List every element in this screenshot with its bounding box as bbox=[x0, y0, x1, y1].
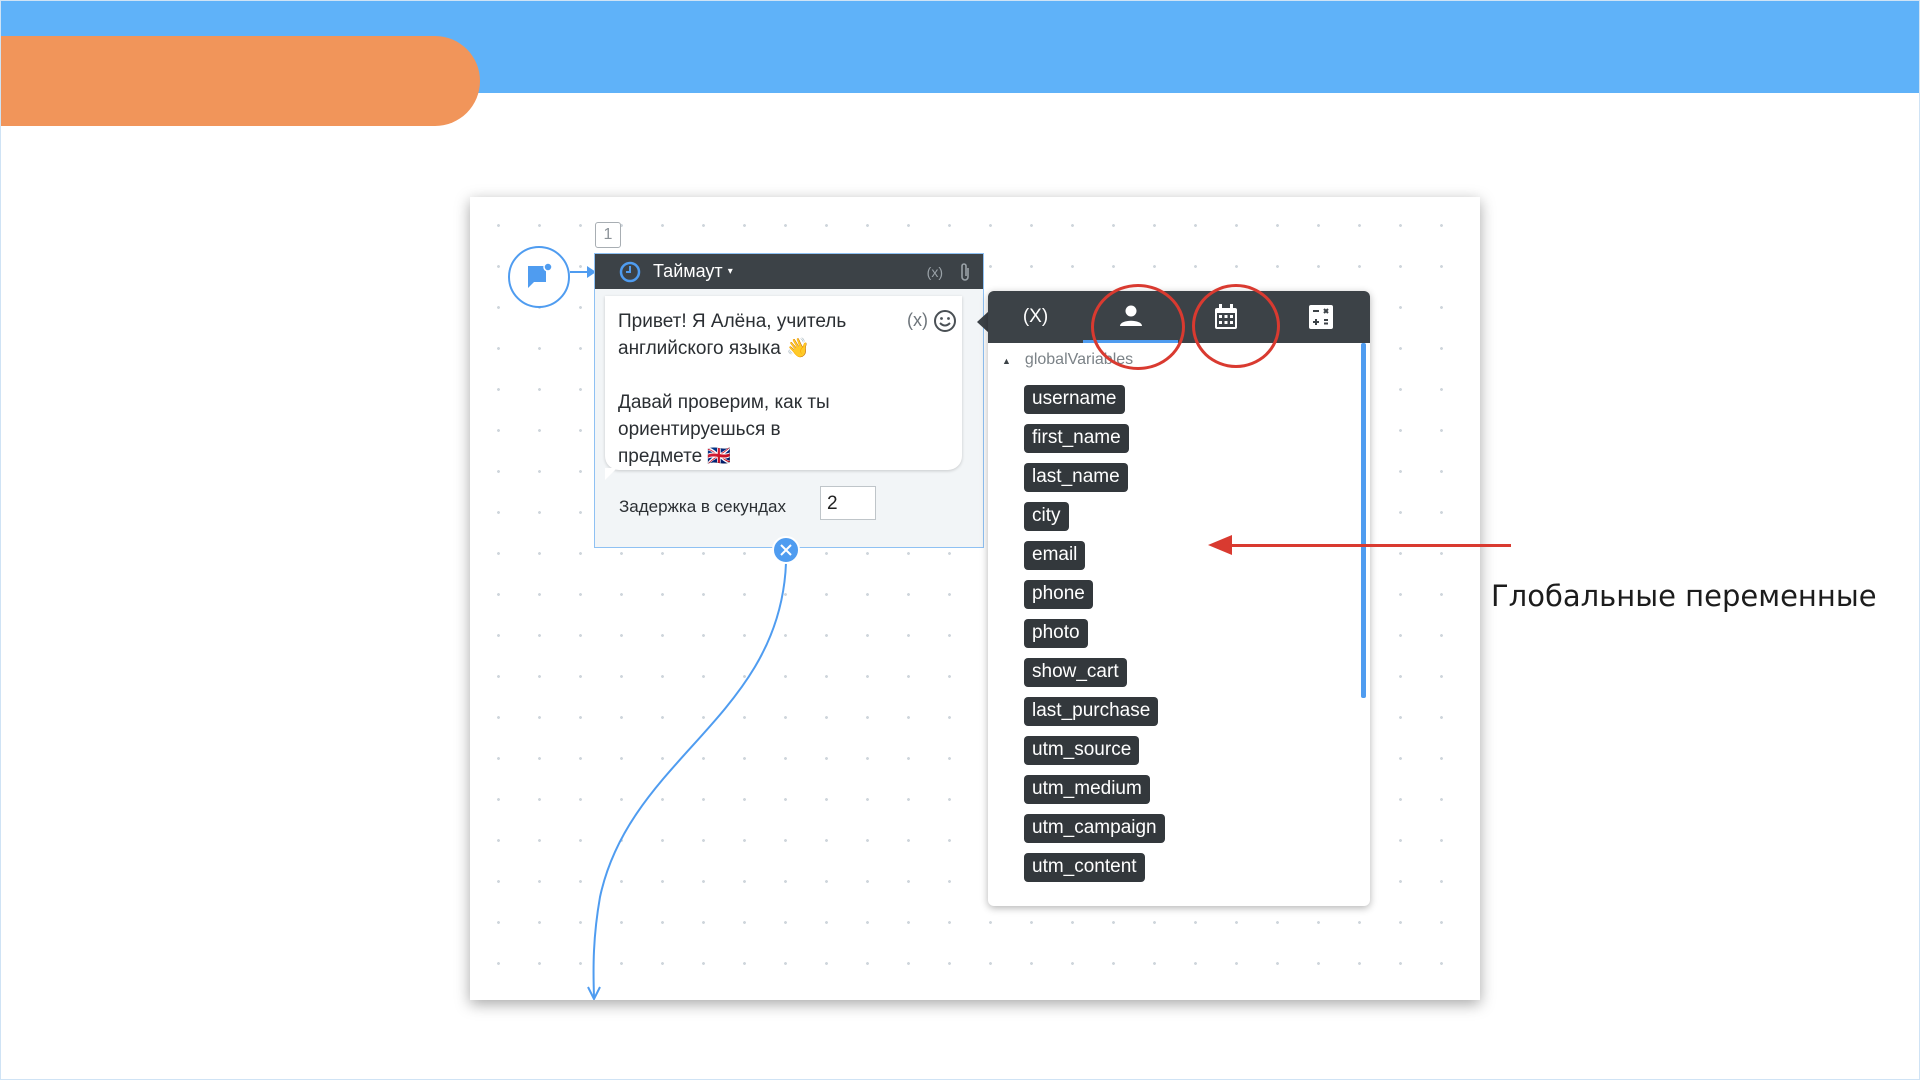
variable-chip[interactable]: utm_content bbox=[1024, 853, 1145, 882]
user-icon bbox=[1119, 305, 1142, 326]
variable-group-row[interactable]: ▲ globalVariables bbox=[1002, 351, 1133, 369]
header-variable-button[interactable]: (x) bbox=[927, 264, 943, 280]
callout-label: Глобальные переменные bbox=[1491, 579, 1877, 613]
popup-tabs: (X) bbox=[988, 291, 1370, 343]
timeout-node[interactable]: Таймаут ▾ (x) Привет! Я Алёна, учитель а… bbox=[594, 253, 984, 548]
flow-canvas[interactable]: 1 Таймаут ▾ (x) Привет! Я Алёна, учитель… bbox=[470, 197, 1480, 1000]
emoji-icon[interactable] bbox=[933, 309, 957, 333]
node-header[interactable]: Таймаут ▾ (x) bbox=[595, 254, 983, 289]
variable-chip[interactable]: city bbox=[1024, 502, 1069, 531]
tab-user[interactable] bbox=[1083, 291, 1178, 343]
bubble-tail bbox=[605, 468, 617, 480]
variable-chip[interactable]: last_purchase bbox=[1024, 697, 1159, 726]
clock-icon bbox=[619, 261, 641, 282]
variable-chip[interactable]: username bbox=[1024, 385, 1125, 414]
chevron-down-icon[interactable]: ▾ bbox=[728, 266, 733, 277]
annotation-arrow-head bbox=[1208, 535, 1232, 555]
variable-chip[interactable]: first_name bbox=[1024, 424, 1129, 453]
calendar-icon bbox=[1214, 304, 1237, 329]
message-text[interactable]: Привет! Я Алёна, учитель английского язы… bbox=[618, 308, 898, 470]
variable-chip[interactable]: utm_source bbox=[1024, 736, 1140, 765]
message-variable-button[interactable]: (x) bbox=[907, 310, 928, 331]
variable-icon: (X) bbox=[1022, 306, 1049, 327]
variable-list: username first_name last_name city email… bbox=[1024, 385, 1165, 892]
variable-chip[interactable]: photo bbox=[1024, 619, 1088, 648]
accent-pill bbox=[0, 36, 480, 126]
annotation-arrow bbox=[1230, 544, 1511, 547]
popup-scrollbar[interactable] bbox=[1361, 343, 1366, 698]
variable-chip[interactable]: last_name bbox=[1024, 463, 1128, 492]
variables-popup[interactable]: (X) ▲ globalVariables username first_nam… bbox=[988, 291, 1370, 906]
chat-flag-icon bbox=[528, 262, 553, 288]
variable-chip[interactable]: utm_medium bbox=[1024, 775, 1150, 804]
message-bubble[interactable]: Привет! Я Алёна, учитель английского язы… bbox=[605, 296, 962, 470]
start-trigger[interactable] bbox=[508, 246, 570, 308]
node-number: 1 bbox=[595, 222, 621, 248]
tab-variables[interactable]: (X) bbox=[988, 291, 1083, 343]
collapse-triangle-icon[interactable]: ▲ bbox=[1002, 356, 1011, 366]
group-label: globalVariables bbox=[1024, 351, 1134, 368]
tab-calendar[interactable] bbox=[1178, 291, 1273, 343]
tab-calculator[interactable] bbox=[1273, 291, 1368, 343]
delay-input[interactable]: 2 bbox=[820, 486, 876, 520]
calculator-icon bbox=[1308, 305, 1333, 329]
variable-chip[interactable]: email bbox=[1024, 541, 1086, 570]
variable-chip[interactable]: utm_campaign bbox=[1024, 814, 1165, 843]
variable-chip[interactable]: show_cart bbox=[1024, 658, 1127, 687]
variable-chip[interactable]: phone bbox=[1024, 580, 1093, 609]
node-title[interactable]: Таймаут bbox=[653, 261, 723, 282]
close-icon[interactable] bbox=[772, 536, 800, 564]
paperclip-icon[interactable] bbox=[959, 262, 971, 282]
delay-label: Задержка в секундах bbox=[619, 497, 787, 516]
